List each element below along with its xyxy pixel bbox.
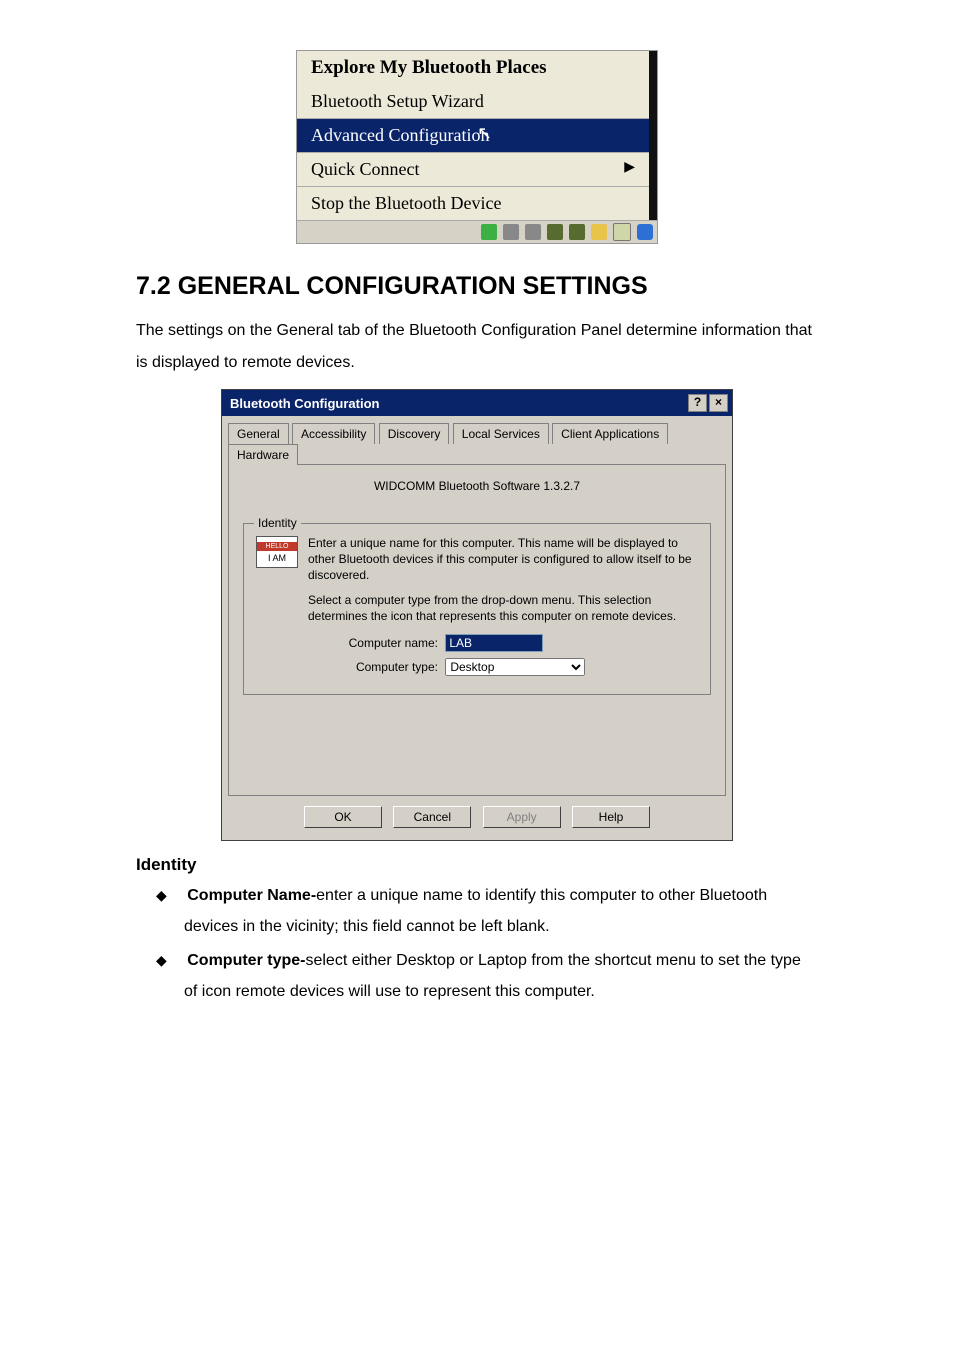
menu-item-stop-device-label: Stop the Bluetooth Device (311, 193, 501, 213)
menu-item-advanced-config-label: Advanced Configuration (311, 125, 489, 145)
help-button[interactable]: Help (572, 806, 650, 828)
dialog-tabstrip: General Accessibility Discovery Local Se… (222, 416, 732, 464)
tab-general[interactable]: General (228, 423, 289, 444)
bullet-icon: ◆ (156, 887, 167, 903)
titlebar-close-button[interactable]: × (709, 394, 728, 412)
menu-item-quick-connect[interactable]: Quick Connect ▶ (297, 153, 649, 187)
bullet-computer-name-bold: Computer Name- (187, 887, 316, 904)
dialog-title: Bluetooth Configuration (230, 396, 379, 411)
tab-client-applications[interactable]: Client Applications (552, 423, 668, 444)
section-heading: 7.2 GENERAL CONFIGURATION SETTINGS (136, 272, 818, 301)
computer-type-select[interactable]: Desktop (445, 658, 585, 676)
bullet-computer-type-bold: Computer type- (187, 952, 305, 969)
bluetooth-config-dialog: Bluetooth Configuration ? × General Acce… (221, 389, 733, 841)
menu-item-setup-wizard-label: Bluetooth Setup Wizard (311, 91, 484, 111)
identity-fieldset: Identity HELLO I AM Enter a unique name … (243, 523, 711, 695)
identity-bullet-list: ◆ Computer Name-enter a unique name to i… (136, 881, 818, 1007)
dialog-button-row: OK Cancel Apply Help (222, 796, 732, 840)
menu-item-explore-label: Explore My Bluetooth Places (311, 57, 547, 78)
bluetooth-tray-context-menu: Explore My Bluetooth Places Bluetooth Se… (296, 50, 658, 244)
menu-item-setup-wizard[interactable]: Bluetooth Setup Wizard (297, 85, 649, 119)
nametag-iam: I AM (257, 551, 297, 563)
identity-para2: Select a computer type from the drop-dow… (308, 593, 698, 624)
menu-item-stop-device[interactable]: Stop the Bluetooth Device (297, 187, 649, 220)
computer-name-input[interactable] (445, 634, 543, 652)
computer-type-label: Computer type: (338, 660, 438, 674)
dialog-titlebar: Bluetooth Configuration ? × (222, 390, 732, 416)
cursor-icon: ↖ (477, 123, 492, 144)
tray-icon-app4[interactable] (547, 224, 563, 240)
tab-accessibility[interactable]: Accessibility (292, 423, 375, 444)
tray-icon-app5[interactable] (569, 224, 585, 240)
cancel-button[interactable]: Cancel (393, 806, 471, 828)
menu-item-quick-connect-label: Quick Connect (311, 159, 419, 179)
identity-nametag-icon: HELLO I AM (256, 536, 298, 568)
nametag-hello: HELLO (257, 542, 297, 551)
identity-para1: Enter a unique name for this computer. T… (308, 536, 698, 583)
tray-icon-app1[interactable] (481, 224, 497, 240)
menu-item-advanced-config[interactable]: Advanced Configuration ↖ (297, 119, 649, 153)
tab-hardware[interactable]: Hardware (228, 444, 298, 465)
menu-item-explore[interactable]: Explore My Bluetooth Places (297, 51, 649, 85)
system-tray (297, 220, 657, 243)
section-intro: The settings on the General tab of the B… (136, 315, 818, 379)
tray-icon-app2[interactable] (503, 224, 519, 240)
tab-local-services[interactable]: Local Services (453, 423, 549, 444)
bullet-icon: ◆ (156, 952, 167, 968)
identity-subheading: Identity (136, 855, 818, 875)
bullet-computer-type: ◆ Computer type-select either Desktop or… (156, 946, 818, 1007)
submenu-arrow-icon: ▶ (624, 159, 635, 176)
context-menu-figure: Explore My Bluetooth Places Bluetooth Se… (136, 50, 818, 244)
tray-icon-bluetooth[interactable] (637, 224, 653, 240)
tab-panel-general: WIDCOMM Bluetooth Software 1.3.2.7 Ident… (228, 464, 726, 796)
tray-icon-pc[interactable] (613, 223, 631, 241)
computer-name-label: Computer name: (338, 636, 438, 650)
tab-discovery[interactable]: Discovery (379, 423, 450, 444)
identity-legend: Identity (254, 516, 301, 530)
tray-icon-app6[interactable] (591, 224, 607, 240)
apply-button: Apply (483, 806, 561, 828)
bullet-computer-name: ◆ Computer Name-enter a unique name to i… (156, 881, 818, 942)
ok-button[interactable]: OK (304, 806, 382, 828)
software-version-line: WIDCOMM Bluetooth Software 1.3.2.7 (243, 479, 711, 493)
titlebar-help-button[interactable]: ? (688, 394, 707, 412)
tray-icon-app3[interactable] (525, 224, 541, 240)
